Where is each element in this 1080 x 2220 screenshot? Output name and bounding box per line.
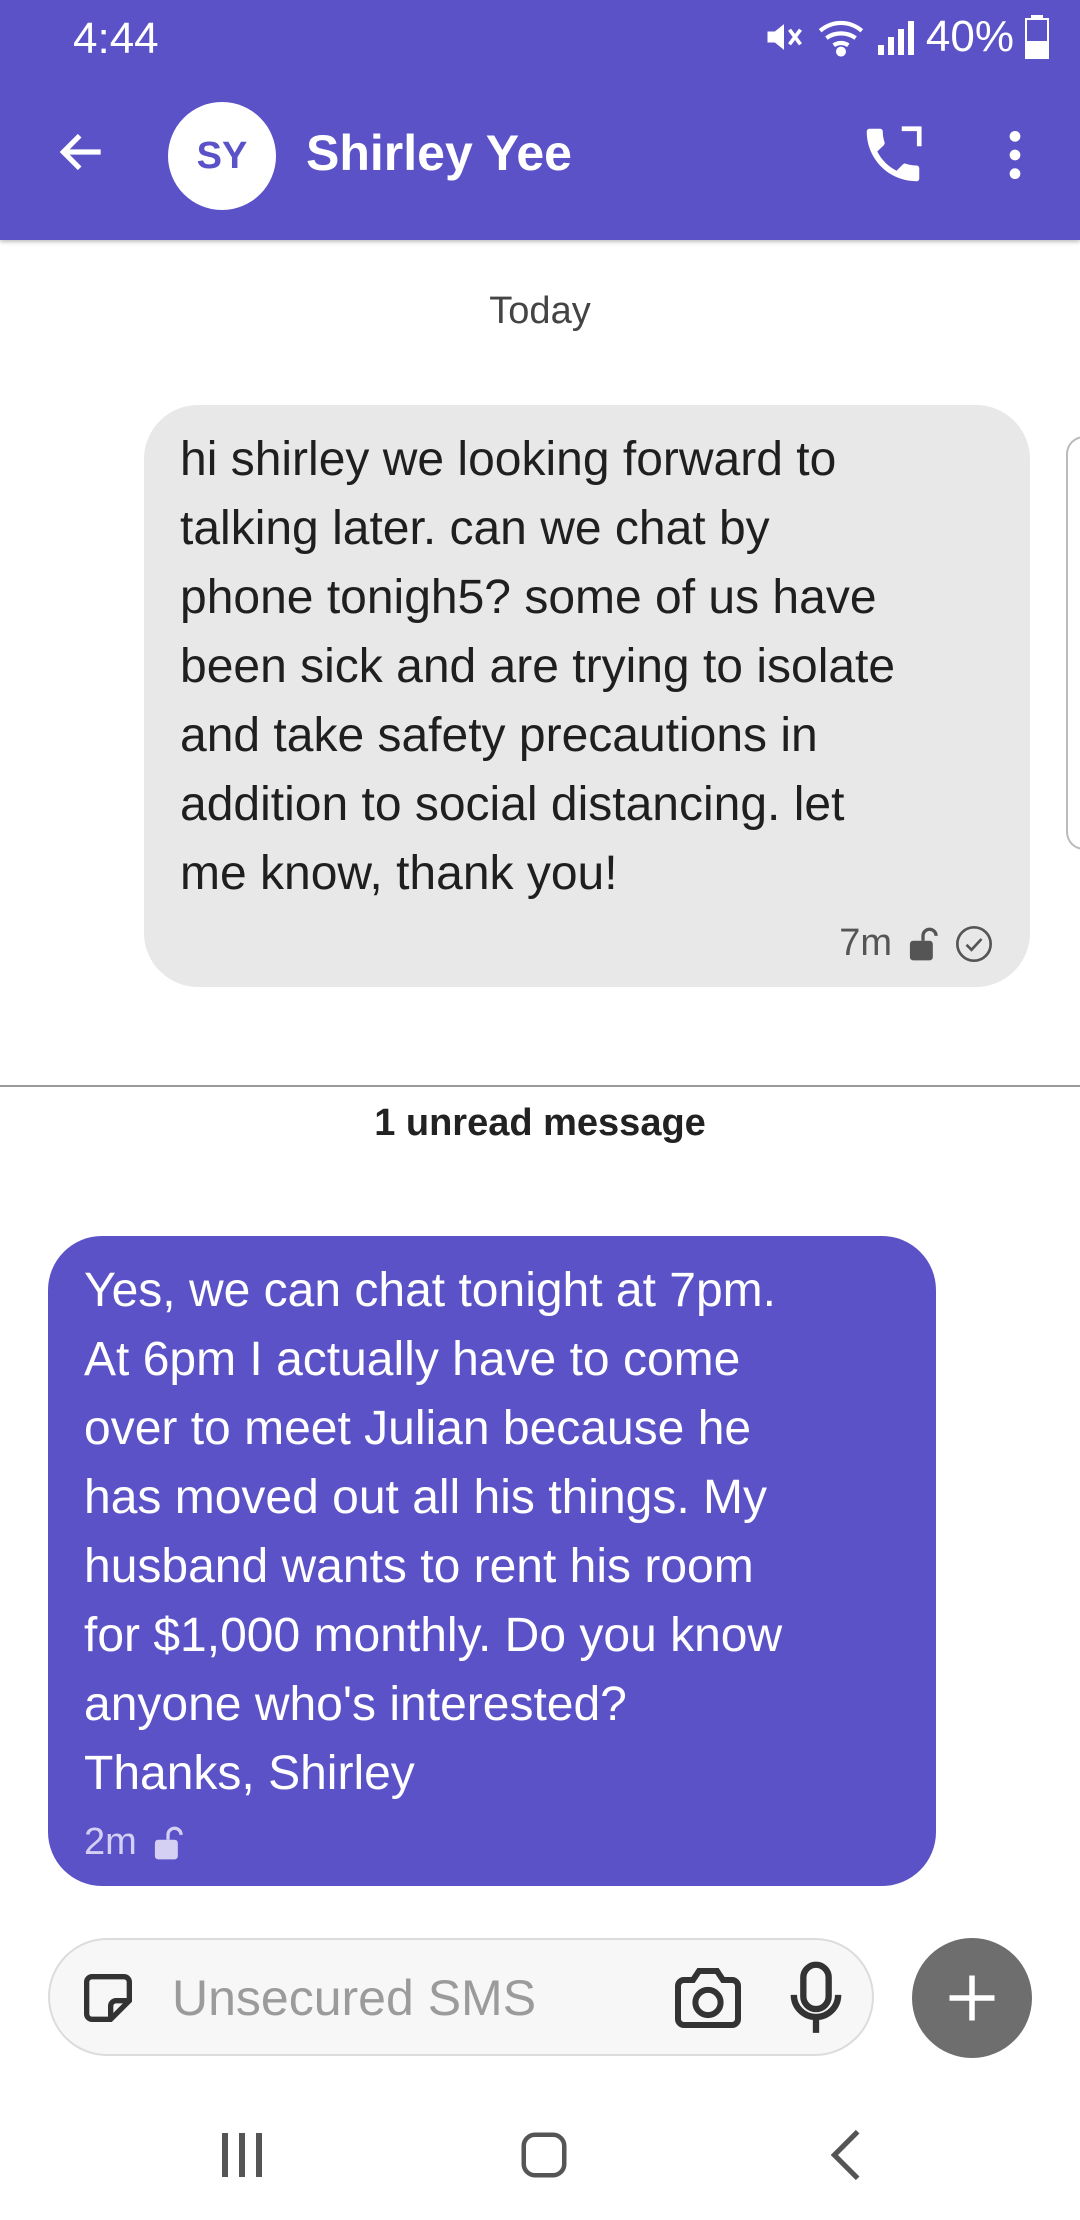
message-text: Yes, we can chat tonight at 7pm. At 6pm … bbox=[84, 1264, 783, 1800]
signal-icon bbox=[877, 21, 914, 55]
avatar[interactable]: SY bbox=[168, 102, 276, 210]
call-icon bbox=[866, 126, 922, 182]
contact-name[interactable]: Shirley Yee bbox=[306, 124, 572, 182]
app-bar: 4:44 40% SY Shirley Yee bbox=[0, 0, 1080, 240]
battery-icon bbox=[1025, 15, 1049, 59]
back-arrow-icon bbox=[59, 133, 101, 171]
attach-plus-button[interactable] bbox=[912, 1938, 1032, 2058]
status-icons: 40% bbox=[762, 12, 1050, 62]
lock-icon bbox=[909, 927, 938, 960]
message-text: hi shirley we looking forward to talking… bbox=[180, 433, 896, 900]
home-icon bbox=[521, 2132, 567, 2178]
more-vert-icon bbox=[1009, 130, 1021, 180]
battery-percent: 40% bbox=[925, 12, 1014, 61]
message-time: 7m bbox=[839, 922, 892, 964]
message-meta: 2m bbox=[84, 1821, 185, 1864]
nav-back-icon bbox=[830, 2129, 860, 2181]
back-button[interactable] bbox=[40, 110, 124, 194]
date-separator: Today bbox=[489, 290, 591, 332]
recents-button[interactable] bbox=[182, 2110, 302, 2200]
message-input[interactable] bbox=[170, 1962, 694, 2034]
status-time: 4:44 bbox=[73, 14, 159, 63]
system-nav-bar bbox=[0, 2090, 1080, 2220]
call-button[interactable] bbox=[848, 110, 938, 200]
edge-panel-handle[interactable] bbox=[1066, 436, 1080, 850]
mute-icon bbox=[767, 24, 802, 50]
home-button[interactable] bbox=[484, 2110, 604, 2200]
message-composer bbox=[48, 1938, 874, 2056]
message-bubble-incoming[interactable]: Yes, we can chat tonight at 7pm. At 6pm … bbox=[48, 1236, 936, 1886]
plus-icon bbox=[949, 1975, 995, 2021]
check-circle-icon bbox=[956, 925, 992, 962]
message-time: 2m bbox=[84, 1821, 137, 1863]
unread-divider bbox=[0, 1085, 1080, 1087]
nav-back-button[interactable] bbox=[786, 2110, 906, 2200]
camera-icon[interactable] bbox=[672, 1964, 744, 2032]
recents-icon bbox=[222, 2133, 262, 2177]
message-bubble-outgoing[interactable]: hi shirley we looking forward to talking… bbox=[144, 405, 1030, 987]
message-meta: 7m bbox=[839, 922, 994, 965]
lock-icon bbox=[154, 1826, 183, 1859]
wifi-icon bbox=[818, 20, 864, 57]
sticker-icon[interactable] bbox=[76, 1966, 140, 2030]
unread-label: 1 unread message bbox=[374, 1102, 706, 1144]
mic-icon[interactable] bbox=[786, 1960, 846, 2036]
more-options-button[interactable] bbox=[990, 110, 1040, 200]
